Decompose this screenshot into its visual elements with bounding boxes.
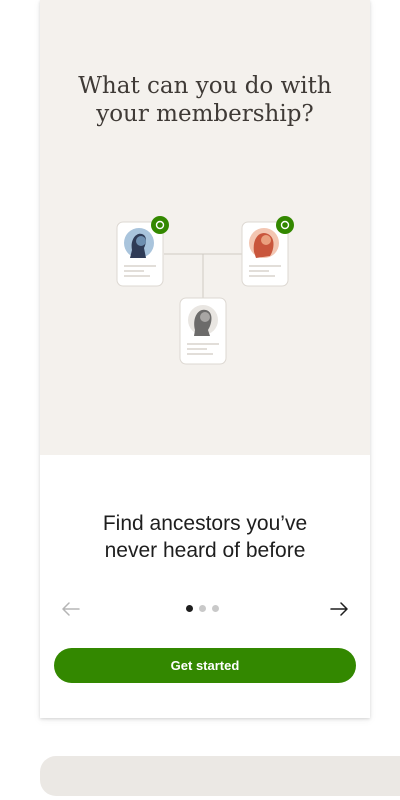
pagination-dot-3[interactable]	[212, 605, 219, 612]
tree-connector-lines	[164, 253, 242, 298]
leaf-badge-right	[276, 216, 294, 234]
previous-button[interactable]	[56, 594, 86, 624]
get-started-button[interactable]: Get started	[54, 648, 356, 683]
arrow-right-icon	[330, 602, 348, 616]
hero-panel: What can you do with your membership?	[40, 0, 370, 455]
person-card-bottom	[179, 297, 227, 365]
pagination-dot-1[interactable]	[186, 605, 193, 612]
carousel-pager	[40, 594, 370, 624]
onboarding-card: What can you do with your membership? Fi…	[40, 0, 370, 718]
bottom-bar	[40, 756, 400, 796]
next-button[interactable]	[324, 594, 354, 624]
leaf-badge-left	[151, 216, 169, 234]
headline-line-1: Find ancestors you’ve	[102, 512, 308, 535]
headline-line-2: never heard of before	[104, 539, 306, 562]
arrow-left-icon	[62, 602, 80, 616]
pagination-dots	[186, 605, 219, 612]
family-tree-illustration	[116, 216, 294, 365]
slide-headline: Find ancestors you’ve never heard of bef…	[55, 510, 355, 564]
pagination-dot-2[interactable]	[199, 605, 206, 612]
